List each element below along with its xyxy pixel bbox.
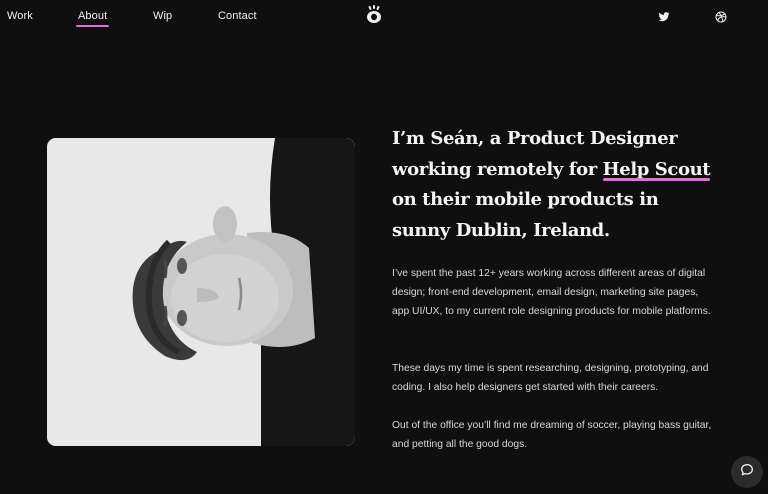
nav-about[interactable]: About xyxy=(75,10,110,27)
bio-paragraph-3: Out of the office you’ll find me dreamin… xyxy=(392,420,712,450)
dribbble-icon[interactable] xyxy=(715,10,727,23)
top-nav: Work About Wip Contact xyxy=(0,0,768,34)
nav-work[interactable]: Work xyxy=(7,10,33,22)
chat-button[interactable] xyxy=(731,456,763,488)
help-scout-link[interactable]: Help Scout xyxy=(603,159,711,180)
intro-text-end: on their mobile products in sunny Dublin… xyxy=(392,189,659,241)
nav-contact[interactable]: Contact xyxy=(218,10,257,22)
bio-paragraph-1: I’ve spent the past 12+ years working ac… xyxy=(392,268,711,317)
nav-wip[interactable]: Wip xyxy=(153,10,172,22)
intro-headline: I’m Seán, a Product Designer working rem… xyxy=(392,124,722,246)
chat-bubble-icon xyxy=(739,462,755,483)
portrait-photo xyxy=(47,138,355,446)
eye-logo-icon[interactable] xyxy=(364,4,384,24)
bio-paragraph-2: These days my time is spent researching,… xyxy=(392,363,709,393)
twitter-icon[interactable] xyxy=(658,10,670,22)
